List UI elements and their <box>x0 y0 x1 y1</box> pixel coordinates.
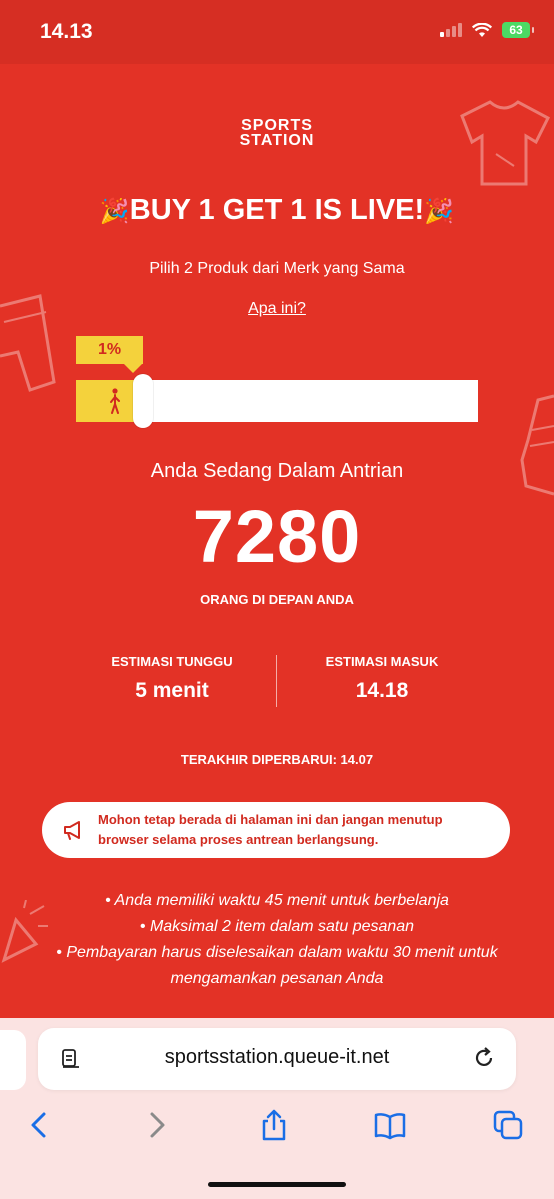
headline-text: BUY 1 GET 1 IS LIVE! <box>129 194 425 226</box>
url-text: sportsstation.queue-it.net <box>164 1046 390 1068</box>
queue-status-label: Anda Sedang Dalam Antrian <box>150 460 404 482</box>
walking-person-icon <box>110 388 120 414</box>
battery-level: 63 <box>509 23 523 37</box>
notice-text: Mohon tetap berada di halaman ini dan ja… <box>98 812 443 847</box>
shoe-decoration-icon <box>520 394 554 496</box>
status-icons: 63 <box>440 22 534 38</box>
previous-tab-preview[interactable] <box>0 1030 26 1090</box>
address-bar[interactable]: sportsstation.queue-it.net <box>38 1028 516 1090</box>
estimated-wait-label: ESTIMASI TUNGGU <box>111 654 233 669</box>
promo-subtitle: Pilih 2 Produk dari Merk yang Sama <box>149 260 405 277</box>
estimated-entry-value: 14.18 <box>355 679 409 702</box>
queue-position-number: 7280 <box>192 495 362 578</box>
stay-on-page-notice: Mohon tetap berada di halaman ini dan ja… <box>42 802 510 858</box>
share-icon[interactable] <box>257 1108 291 1142</box>
estimated-entry: ESTIMASI MASUK 14.18 <box>282 654 482 703</box>
logo-line-1: SPORTS <box>241 117 313 134</box>
battery-icon: 63 <box>502 22 534 38</box>
progress-percent-label: 1% <box>76 336 143 373</box>
rule-item: • Pembayaran harus diselesaikan dalam wa… <box>56 944 498 987</box>
estimated-wait-value: 5 menit <box>135 679 209 702</box>
wifi-icon <box>472 22 492 37</box>
logo-line-2: STATION <box>239 132 315 149</box>
megaphone-icon <box>64 821 80 840</box>
reload-icon[interactable] <box>472 1046 496 1070</box>
rule-item: • Anda memiliki waktu 45 menit untuk ber… <box>105 892 449 909</box>
queue-position-caption: ORANG DI DEPAN ANDA <box>200 592 354 607</box>
estimates-divider <box>276 655 277 707</box>
bookmarks-icon[interactable] <box>373 1108 407 1142</box>
queue-progress-bar <box>76 374 478 428</box>
estimated-entry-label: ESTIMASI MASUK <box>325 654 439 669</box>
browser-toolbar: sportsstation.queue-it.net <box>0 1018 554 1199</box>
help-link[interactable]: Apa ini? <box>0 300 554 318</box>
status-time: 14.13 <box>40 20 93 43</box>
progress-handle <box>133 374 153 428</box>
sports-station-logo: SPORTS STATION <box>0 117 554 149</box>
shopping-rules: • Anda memiliki waktu 45 menit untuk ber… <box>40 888 514 992</box>
home-indicator[interactable] <box>208 1182 346 1187</box>
forward-icon[interactable] <box>140 1108 174 1142</box>
last-updated: TERAKHIR DIPERBARUI: 14.07 <box>180 752 374 767</box>
tabs-icon[interactable] <box>491 1108 525 1142</box>
status-bar: 14.13 63 <box>0 0 554 64</box>
promo-headline: 🎉BUY 1 GET 1 IS LIVE!🎉 <box>0 194 554 227</box>
party-popper-icon: 🎉 <box>424 198 455 225</box>
estimated-wait: ESTIMASI TUNGGU 5 menit <box>72 654 272 703</box>
party-popper-icon: 🎉 <box>99 198 130 225</box>
rule-item: • Maksimal 2 item dalam satu pesanan <box>139 918 415 935</box>
back-icon[interactable] <box>22 1108 56 1142</box>
cellular-signal-icon <box>440 23 462 37</box>
